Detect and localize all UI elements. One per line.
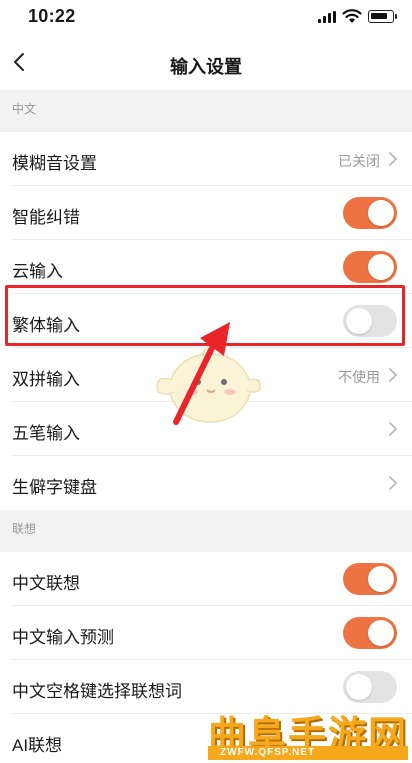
- toggle-knob: [368, 620, 394, 646]
- cellular-signal-icon: [318, 11, 336, 23]
- row-label: 模糊音设置: [12, 154, 97, 173]
- section-header-association: 联想: [0, 510, 412, 554]
- settings-row-smart-correction: 智能纠错: [0, 186, 412, 240]
- space-select-association-toggle[interactable]: [343, 671, 397, 703]
- row-label: 智能纠错: [12, 208, 80, 227]
- chevron-right-icon: [389, 152, 398, 166]
- status-time: 10:22: [28, 6, 76, 26]
- row-label: 五笔输入: [12, 424, 80, 443]
- chevron-right-icon: [389, 422, 398, 436]
- row-label: 中文联想: [12, 574, 80, 593]
- pointer-arrow-icon: [173, 322, 230, 425]
- smart-correction-toggle[interactable]: [343, 197, 397, 229]
- battery-icon: [368, 10, 397, 23]
- row-label: 生僻字键盘: [12, 478, 97, 497]
- row-label: 双拼输入: [12, 370, 80, 389]
- settings-row-chinese-association: 中文联想: [0, 552, 412, 606]
- row-label: 中文空格键选择联想词: [12, 682, 182, 701]
- toggle-knob: [368, 254, 394, 280]
- section-label: 中文: [12, 102, 37, 116]
- page-title: 输入设置: [170, 57, 242, 77]
- chinese-association-toggle[interactable]: [343, 563, 397, 595]
- status-bar: 10:22: [0, 0, 412, 36]
- input-prediction-toggle[interactable]: [343, 617, 397, 649]
- wifi-icon: [342, 9, 362, 23]
- toggle-knob: [346, 674, 372, 700]
- chevron-right-icon: [389, 476, 398, 490]
- site-watermark: 曲阜手游网 ZWFW.QFSP.NET: [200, 700, 412, 763]
- row-value: 不使用: [338, 369, 380, 385]
- watermark-url: ZWFW.QFSP.NET: [220, 747, 316, 758]
- navigation-bar: 输入设置: [0, 36, 412, 90]
- section-header-chinese: 中文: [0, 90, 412, 134]
- section-label: 联想: [12, 522, 37, 536]
- settings-row-input-prediction: 中文输入预测: [0, 606, 412, 660]
- row-label: AI联想: [12, 736, 63, 755]
- settings-row-fuzzy-pinyin[interactable]: 模糊音设置 已关闭: [0, 132, 412, 186]
- cloud-input-toggle[interactable]: [343, 251, 397, 283]
- settings-row-rare-char-keyboard[interactable]: 生僻字键盘: [0, 456, 412, 510]
- toggle-knob: [368, 566, 394, 592]
- row-label: 云输入: [12, 262, 63, 281]
- chevron-right-icon: [389, 368, 398, 382]
- toggle-knob: [368, 200, 394, 226]
- row-value: 已关闭: [338, 153, 380, 169]
- row-label: 中文输入预测: [12, 628, 114, 647]
